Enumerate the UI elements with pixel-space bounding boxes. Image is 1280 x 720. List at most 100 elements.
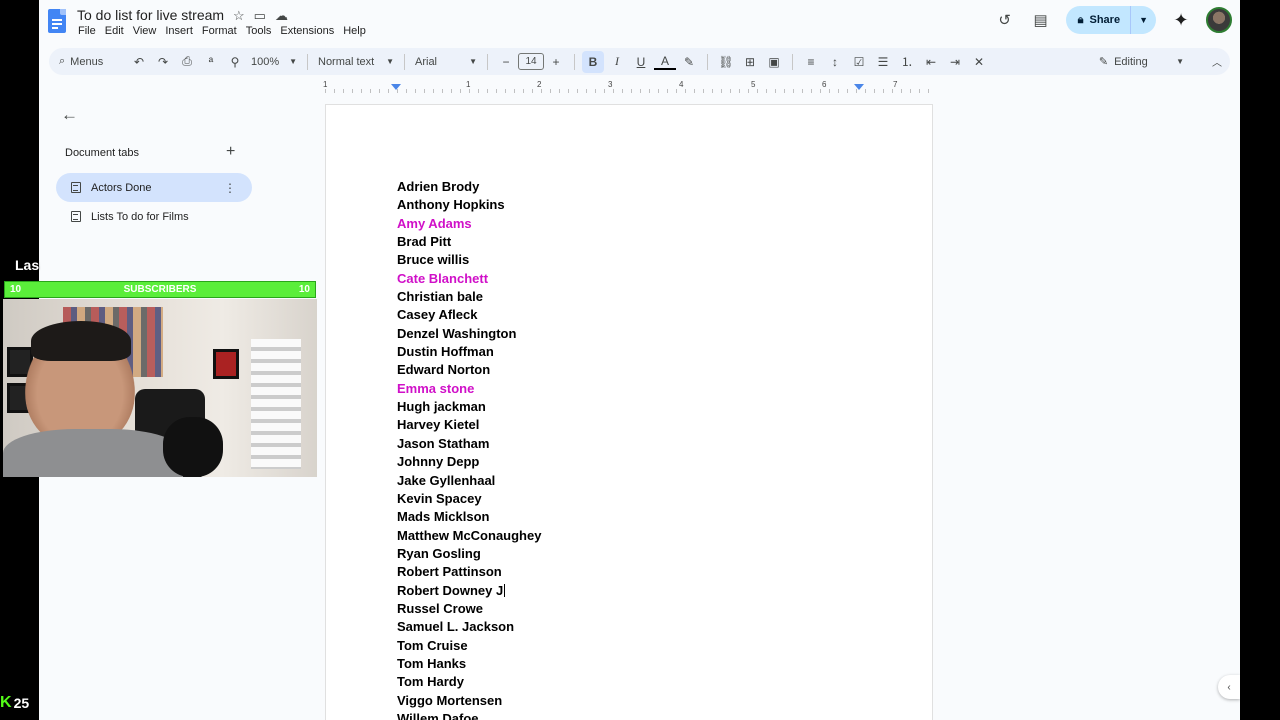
document-line[interactable]: Samuel L. Jackson (397, 619, 541, 637)
line-text: Kevin Spacey (397, 490, 482, 506)
numbered-list-icon[interactable]: ⒈ (896, 51, 918, 73)
back-arrow-icon[interactable]: ← (61, 105, 78, 125)
left-indent-marker[interactable] (391, 84, 401, 90)
side-panel-toggle-icon[interactable]: ‹ (1218, 675, 1240, 699)
italic-icon[interactable]: I (606, 51, 628, 73)
ruler-number: 2 (537, 80, 542, 89)
document-line[interactable]: Bruce willis (397, 252, 541, 270)
font-select[interactable]: Arial ▼ (411, 56, 481, 68)
more-options-icon[interactable]: ⋮ (224, 181, 236, 195)
align-icon[interactable]: ≡ (800, 51, 822, 73)
decrease-indent-icon[interactable]: ⇤ (920, 51, 942, 73)
underline-icon[interactable]: U (630, 51, 652, 73)
increase-font-size-icon[interactable]: + (545, 51, 567, 73)
style-select[interactable]: Normal text ▼ (314, 56, 398, 68)
document-line[interactable]: Kevin Spacey (397, 491, 541, 509)
menu-insert[interactable]: Insert (165, 25, 199, 37)
menus-search[interactable]: ⌕ Menus (59, 51, 127, 72)
zoom-select[interactable]: 100% ▼ (247, 56, 301, 68)
document-line[interactable]: Mads Micklson (397, 509, 541, 527)
link-icon[interactable]: ⛓ (715, 51, 737, 73)
document-line[interactable]: Jason Statham (397, 436, 541, 454)
viewer-counter: K 25 (0, 694, 29, 712)
document-line[interactable]: Matthew McConaughey (397, 528, 541, 546)
menu-format[interactable]: Format (202, 25, 243, 37)
document-line[interactable]: Viggo Mortensen (397, 693, 541, 711)
share-dropdown-icon[interactable]: ▼ (1131, 15, 1156, 25)
bulleted-list-icon[interactable]: ☰ (872, 51, 894, 73)
version-history-icon[interactable]: ↺ (994, 9, 1016, 31)
avatar[interactable] (1206, 7, 1232, 33)
add-tab-icon[interactable]: + (226, 143, 235, 161)
document-line[interactable]: Amy Adams (397, 216, 541, 234)
redo-icon[interactable]: ↷ (152, 51, 174, 73)
move-folder-icon[interactable]: ▭ (254, 8, 266, 24)
line-text: Christian bale (397, 289, 483, 305)
insert-image-icon[interactable]: ▣ (763, 51, 785, 73)
document-line[interactable]: Robert Pattinson (397, 564, 541, 582)
checklist-icon[interactable]: ☑ (848, 51, 870, 73)
tab-actors-done[interactable]: Actors Done ⋮ (56, 173, 252, 202)
paint-format-icon[interactable]: ⚲ (224, 51, 246, 73)
document-body[interactable]: Adrien Brody Anthony Hopkins Amy Adams Brad… (397, 179, 541, 720)
print-icon[interactable]: ⎙ (176, 51, 198, 73)
menu-file[interactable]: File (78, 25, 102, 37)
share-button[interactable]: 🔒︎ Share ▼ (1065, 6, 1156, 34)
menu-extensions[interactable]: Extensions (280, 25, 340, 37)
line-text: Samuel L. Jackson (397, 619, 515, 635)
document-title[interactable]: To do list for live stream (77, 7, 224, 23)
menu-edit[interactable]: Edit (105, 25, 130, 37)
document-line[interactable]: Adrien Brody (397, 179, 541, 197)
line-text: Tom Hanks (397, 655, 467, 671)
document-line[interactable]: Willem Dafoe (397, 711, 541, 720)
ruler[interactable]: 1 1 2 3 4 5 6 7 (323, 80, 932, 94)
document-line[interactable]: Brad Pitt (397, 234, 541, 252)
document-line[interactable]: Harvey Kietel (397, 417, 541, 435)
document-line[interactable]: Russel Crowe (397, 601, 541, 619)
document-line[interactable]: Tom Hardy (397, 674, 541, 692)
spellcheck-icon[interactable]: ª (200, 51, 222, 73)
document-line[interactable]: Dustin Hoffman (397, 344, 541, 362)
highlight-icon[interactable]: ✎ (678, 51, 700, 73)
menu-view[interactable]: View (133, 25, 163, 37)
document-line[interactable]: Edward Norton (397, 362, 541, 380)
add-comment-icon[interactable]: ⊞ (739, 51, 761, 73)
editing-mode-select[interactable]: ✎ Editing ▼ ︿ (1098, 54, 1222, 70)
line-spacing-icon[interactable]: ↕ (824, 51, 846, 73)
docs-logo-icon[interactable] (48, 9, 66, 33)
bold-icon[interactable]: B (582, 50, 604, 73)
undo-icon[interactable]: ↶ (128, 51, 150, 73)
document-line[interactable]: Anthony Hopkins (397, 197, 541, 215)
document-line[interactable]: Tom Cruise (397, 638, 541, 656)
star-icon[interactable]: ☆ (233, 8, 245, 24)
document-line[interactable]: Robert Downey J (397, 583, 541, 601)
subscriber-goal-bar: 10 SUBSCRIBERS 10 (4, 281, 316, 298)
document-line[interactable]: Tom Hanks (397, 656, 541, 674)
text-color-icon[interactable]: A (654, 54, 676, 70)
comments-icon[interactable]: ▤ (1030, 9, 1052, 31)
document-line[interactable]: Casey Afleck (397, 307, 541, 325)
document-line[interactable]: Ryan Gosling (397, 546, 541, 564)
document-line[interactable]: Cate Blanchett (397, 271, 541, 289)
font-size-input[interactable]: 14 (518, 53, 544, 70)
menu-help[interactable]: Help (343, 25, 372, 37)
document-line[interactable]: Jake Gyllenhaal (397, 473, 541, 491)
line-text: Casey Afleck (397, 307, 478, 323)
collapse-menus-icon[interactable]: ︿ (1212, 54, 1222, 69)
document-line[interactable]: Christian bale (397, 289, 541, 307)
menu-tools[interactable]: Tools (246, 25, 278, 37)
document-line[interactable]: Hugh jackman (397, 399, 541, 417)
tab-lists-to-do-for-films[interactable]: Lists To do for Films (56, 202, 252, 231)
gemini-sparkle-icon[interactable]: ✦ (1170, 9, 1192, 31)
right-indent-marker[interactable] (854, 84, 864, 90)
document-line[interactable]: Denzel Washington (397, 326, 541, 344)
document-page[interactable]: Adrien Brody Anthony Hopkins Amy Adams Brad… (325, 104, 933, 720)
decrease-font-size-icon[interactable]: − (495, 51, 517, 73)
document-line[interactable]: Johnny Depp (397, 454, 541, 472)
cloud-status-icon[interactable]: ☁ (275, 8, 288, 24)
document-line[interactable]: Emma stone (397, 381, 541, 399)
pencil-icon: ✎ (1098, 56, 1109, 68)
clear-formatting-icon[interactable]: ✕ (968, 51, 990, 73)
overlay-label-text: Las (15, 257, 40, 273)
increase-indent-icon[interactable]: ⇥ (944, 51, 966, 73)
